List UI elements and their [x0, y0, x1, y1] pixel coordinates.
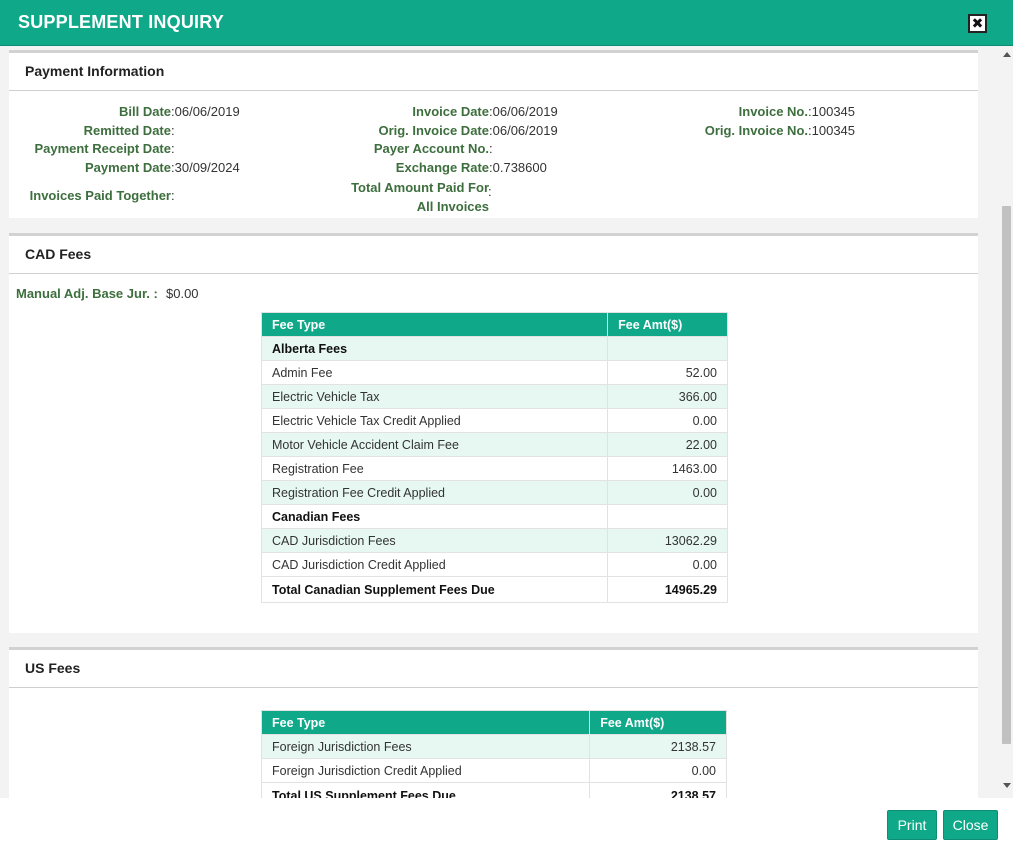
- dialog-content[interactable]: Payment Information Bill Date :06/06/201…: [0, 46, 1000, 798]
- payment-information-panel: Payment Information Bill Date :06/06/201…: [9, 50, 978, 218]
- table-row: CAD Jurisdiction Credit Applied 0.00: [260, 552, 728, 577]
- payment-receipt-date-label: Payment Receipt Date: [34, 141, 171, 156]
- payer-account-value: :: [489, 141, 493, 156]
- table-row: Canadian Fees: [260, 504, 728, 529]
- close-icon[interactable]: ✖: [968, 14, 987, 33]
- fee-amount-cell: [607, 504, 728, 529]
- table-row: Alberta Fees: [260, 336, 728, 361]
- fee-amount-cell: 0.00: [607, 480, 728, 505]
- fee-type-cell: Motor Vehicle Accident Claim Fee: [260, 432, 609, 457]
- orig-invoice-date-label: Orig. Invoice Date: [378, 123, 489, 138]
- bill-date-value: :06/06/2019: [171, 104, 240, 119]
- fee-type-cell: Total US Supplement Fees Due: [260, 782, 591, 798]
- fee-type-cell: Total Canadian Supplement Fees Due: [260, 576, 609, 603]
- fee-amount-cell: 52.00: [607, 360, 728, 385]
- us-fees-table: Fee Type Fee Amt($) Foreign Jurisdiction…: [260, 710, 727, 798]
- manual-adj-label: Manual Adj. Base Jur. :: [16, 286, 158, 301]
- column-header-fee-type[interactable]: Fee Type: [260, 710, 591, 735]
- fee-type-cell: Electric Vehicle Tax Credit Applied: [260, 408, 609, 433]
- cad-fees-table: Fee Type Fee Amt($) Alberta Fees Admin F…: [260, 312, 728, 603]
- cad-fees-heading: CAD Fees: [9, 236, 978, 274]
- payment-date-value: :30/09/2024: [171, 160, 240, 175]
- fee-type-cell: CAD Jurisdiction Fees: [260, 528, 609, 553]
- invoices-paid-together-value: :: [171, 188, 175, 203]
- invoice-date-label: Invoice Date: [412, 104, 489, 119]
- table-row: Motor Vehicle Accident Claim Fee 22.00: [260, 432, 728, 457]
- invoice-no-label: Invoice No.: [738, 104, 808, 119]
- table-row: Electric Vehicle Tax Credit Applied 0.00: [260, 408, 728, 433]
- fee-amount-cell: 366.00: [607, 384, 728, 409]
- column-header-fee-type[interactable]: Fee Type: [260, 312, 609, 337]
- total-amount-paid-value: :: [488, 184, 492, 199]
- manual-adj-value: $0.00: [166, 286, 199, 301]
- fee-amount-cell: 0.00: [607, 408, 728, 433]
- fee-type-cell: CAD Jurisdiction Credit Applied: [260, 552, 609, 577]
- fee-amount-cell: 13062.29: [607, 528, 728, 553]
- fee-amount-cell: [607, 336, 728, 361]
- fee-type-cell: Electric Vehicle Tax: [260, 384, 609, 409]
- fee-type-cell: Foreign Jurisdiction Fees: [260, 734, 591, 759]
- exchange-rate-label: Exchange Rate: [395, 160, 489, 175]
- dialog-titlebar: SUPPLEMENT INQUIRY ✖: [0, 0, 1013, 46]
- cad-fees-header-row: Fee Type Fee Amt($): [260, 312, 728, 337]
- fee-amount-cell: 1463.00: [607, 456, 728, 481]
- fee-amount-cell: 0.00: [589, 758, 727, 783]
- dialog-footer: Print Close: [0, 798, 1013, 846]
- table-row: Admin Fee 52.00: [260, 360, 728, 385]
- vertical-scrollbar[interactable]: [1000, 46, 1013, 798]
- payer-account-label: Payer Account No.: [373, 141, 489, 156]
- orig-invoice-no-label: Orig. Invoice No.: [704, 123, 808, 138]
- invoices-paid-together-label: Invoices Paid Together: [29, 188, 171, 203]
- invoice-date-value: :06/06/2019: [489, 104, 558, 119]
- invoice-no-value: :100345: [808, 104, 856, 119]
- remitted-date-label: Remitted Date: [83, 123, 171, 138]
- table-row-total: Total Canadian Supplement Fees Due 14965…: [260, 576, 728, 603]
- orig-invoice-date-value: :06/06/2019: [489, 123, 558, 138]
- dialog-title: SUPPLEMENT INQUIRY: [18, 12, 224, 32]
- fee-type-cell: Foreign Jurisdiction Credit Applied: [260, 758, 591, 783]
- table-row: Foreign Jurisdiction Fees 2138.57: [260, 734, 727, 759]
- table-row: Foreign Jurisdiction Credit Applied 0.00: [260, 758, 727, 783]
- close-button[interactable]: Close: [943, 810, 998, 840]
- fee-amount-cell: 22.00: [607, 432, 728, 457]
- scrollbar-thumb[interactable]: [1002, 206, 1011, 744]
- fee-type-cell: Registration Fee Credit Applied: [260, 480, 609, 505]
- table-row: Registration Fee 1463.00: [260, 456, 728, 481]
- fee-type-cell: Admin Fee: [260, 360, 609, 385]
- fee-amount-cell: 0.00: [607, 552, 728, 577]
- column-header-fee-amount[interactable]: Fee Amt($): [607, 312, 728, 337]
- orig-invoice-no-value: :100345: [808, 123, 856, 138]
- table-row: Electric Vehicle Tax 366.00: [260, 384, 728, 409]
- column-header-fee-amount[interactable]: Fee Amt($): [589, 710, 727, 735]
- cad-fees-panel: CAD Fees Manual Adj. Base Jur. : $0.00 F…: [9, 233, 978, 633]
- table-row-total: Total US Supplement Fees Due 2138.57: [260, 782, 727, 798]
- us-fees-panel: US Fees Fee Type Fee Amt($) Foreign Juri…: [9, 647, 978, 798]
- fee-type-cell: Registration Fee: [260, 456, 609, 481]
- payment-information-heading: Payment Information: [9, 53, 978, 91]
- fee-type-cell: Canadian Fees: [260, 504, 609, 529]
- table-row: CAD Jurisdiction Fees 13062.29: [260, 528, 728, 553]
- fee-amount-cell: 2138.57: [589, 782, 727, 798]
- payment-date-label: Payment Date: [85, 160, 171, 175]
- payment-receipt-date-value: :: [171, 141, 175, 156]
- us-fees-heading: US Fees: [9, 650, 978, 688]
- remitted-date-value: :: [171, 123, 175, 138]
- table-row: Registration Fee Credit Applied 0.00: [260, 480, 728, 505]
- scroll-up-arrow-icon[interactable]: [1003, 52, 1011, 57]
- exchange-rate-value: :0.738600: [489, 160, 547, 175]
- scroll-down-arrow-icon[interactable]: [1003, 783, 1011, 788]
- total-amount-paid-label: Total Amount Paid For All Invoices: [351, 180, 489, 214]
- us-fees-header-row: Fee Type Fee Amt($): [260, 710, 727, 735]
- fee-amount-cell: 2138.57: [589, 734, 727, 759]
- print-button[interactable]: Print: [887, 810, 937, 840]
- fee-amount-cell: 14965.29: [607, 576, 728, 603]
- fee-type-cell: Alberta Fees: [260, 336, 609, 361]
- bill-date-label: Bill Date: [118, 104, 171, 119]
